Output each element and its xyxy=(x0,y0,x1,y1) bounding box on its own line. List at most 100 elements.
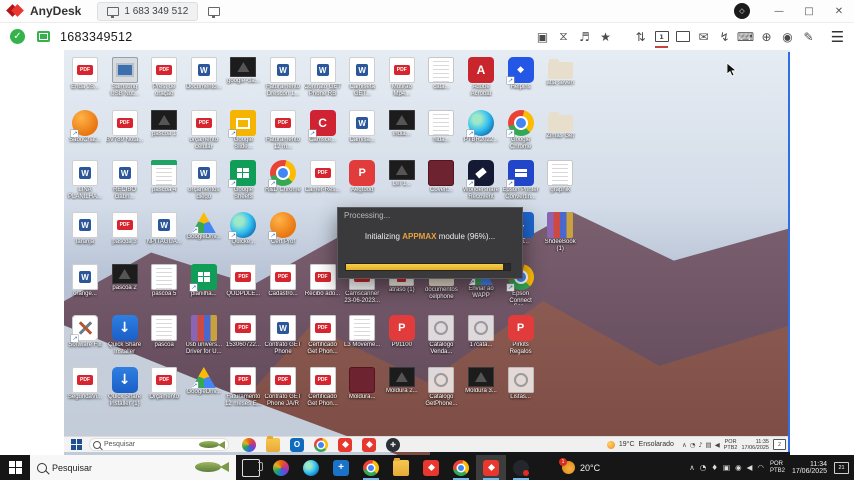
desktop-icon[interactable]: QUDPDLE... xyxy=(224,264,262,298)
desktop-icon[interactable]: Aegfbod xyxy=(343,160,381,194)
desktop-icon[interactable]: Camiseta GET... xyxy=(343,57,381,97)
desktop-icon[interactable]: Certificado Get Phon... xyxy=(304,315,342,355)
desktop-icon[interactable]: Moldura 2... xyxy=(383,367,421,395)
desktop-icon[interactable]: pascoa 5 xyxy=(145,264,183,298)
remote-weather-condition[interactable]: Ensolarado xyxy=(639,441,674,448)
desktop-icon[interactable]: Quick Share Installer xyxy=(106,315,144,355)
desktop-icon[interactable]: ↗Camsce... xyxy=(304,110,342,144)
anydesk-icon[interactable] xyxy=(416,455,446,480)
file-transfer-icon[interactable]: ⇅ xyxy=(630,26,651,48)
maximize-button[interactable]: □ xyxy=(794,1,824,21)
desktop-icon[interactable]: ↗Google Sheets xyxy=(224,160,262,200)
remote-clock[interactable]: 11:3517/06/2025 xyxy=(741,439,769,451)
desktop-icon[interactable]: ↗Google Slide... xyxy=(224,110,262,150)
network-icon[interactable]: ▤ xyxy=(706,441,712,449)
record-session-icon[interactable]: ◉ xyxy=(777,26,798,48)
desktop-icon[interactable]: L3 Moveme... xyxy=(343,315,381,349)
desktop-icon[interactable]: india... xyxy=(383,110,421,138)
desktop-icon[interactable]: Prest de oração xyxy=(145,57,183,97)
anydesk-icon[interactable] xyxy=(334,438,356,452)
chrome-icon-2[interactable] xyxy=(446,455,476,480)
desktop-icon[interactable]: Camisa... xyxy=(343,110,381,144)
desktop-icon[interactable]: ↗PTBR2022... xyxy=(462,110,500,144)
desktop-icon[interactable]: pascoa 3 xyxy=(106,212,144,246)
desktop-icon[interactable]: Covert... xyxy=(422,160,460,194)
desktop-icon[interactable]: Quick Share Installer (1) xyxy=(106,367,144,407)
desktop-icon[interactable]: ↗SaboChat... xyxy=(66,110,104,144)
desktop-icon[interactable]: Camer-Res... xyxy=(304,160,342,194)
desktop-icon[interactable]: Faturamento Drescon 1... xyxy=(264,57,302,97)
clock-icon[interactable]: ◔ xyxy=(700,463,707,472)
session-time-icon[interactable]: ⧖ xyxy=(553,26,574,48)
network-icon[interactable]: ◠ xyxy=(757,463,764,472)
desktop-icon[interactable]: orange... xyxy=(66,264,104,298)
chat-icon[interactable]: ✉ xyxy=(693,26,714,48)
desktop-icon[interactable]: pascoa 2 xyxy=(106,264,144,292)
desktop-icon[interactable]: LINA PLANILHA... xyxy=(66,160,104,200)
desktop-icon[interactable]: NPITAGUA... xyxy=(145,212,183,246)
desktop-icon[interactable]: ↗Helpins xyxy=(502,57,540,91)
desktop-icon[interactable]: Documento... xyxy=(185,57,223,91)
desktop-icon[interactable]: ↗R&D Chrome xyxy=(264,160,302,194)
desktop-icon[interactable]: Certificado Get Phon... xyxy=(304,367,342,407)
security-icon[interactable] xyxy=(382,438,404,452)
desktop-icon[interactable]: ↗Wondershare Recoverit xyxy=(462,160,500,200)
desktop-icon[interactable]: Listas... xyxy=(502,367,540,401)
desktop-icon[interactable]: Adobe Acrobat xyxy=(462,57,500,97)
file-explorer-icon[interactable] xyxy=(262,438,284,452)
desktop-icon[interactable]: Lei 1... xyxy=(383,160,421,188)
update-icon[interactable]: ◔ xyxy=(690,441,696,449)
tray-expand-icon[interactable]: ∧ xyxy=(682,441,687,449)
desktop-icon[interactable]: pascoa 1 xyxy=(145,110,183,138)
desktop-icon[interactable]: SegundaVi... xyxy=(66,367,104,401)
desktop-icon[interactable]: BV789 Nota... xyxy=(106,110,144,144)
desktop-icon[interactable]: Zimas Get xyxy=(541,110,579,140)
chrome-icon[interactable] xyxy=(356,455,386,480)
recorder-icon[interactable] xyxy=(506,455,536,480)
desktop-icon[interactable]: Recibo ado... xyxy=(304,264,342,298)
file-explorer-icon[interactable] xyxy=(386,455,416,480)
desktop-icon[interactable]: pascoa 4 xyxy=(145,160,183,194)
remote-notification-icon[interactable]: 2 xyxy=(773,439,786,450)
permissions-icon[interactable]: ⊕ xyxy=(756,26,777,48)
desktop-icon[interactable]: 153060722... xyxy=(224,315,262,349)
desktop-icon[interactable]: ↗planilha... xyxy=(185,264,223,298)
copilot-icon[interactable] xyxy=(238,438,260,452)
remote-start-button[interactable] xyxy=(71,439,82,450)
desktop-icon[interactable]: 17cata... xyxy=(462,315,500,349)
local-search-box[interactable]: Pesquisar xyxy=(30,455,236,480)
desktop-icon[interactable]: ↗GoogleDriv... xyxy=(185,212,223,241)
menu-icon[interactable]: ☰ xyxy=(827,26,848,48)
desktop-icon[interactable]: orçamento celular xyxy=(185,110,223,150)
desktop-icon[interactable]: graphik xyxy=(541,160,579,194)
desktop-icon[interactable]: Faturamento 12 m... xyxy=(264,110,302,150)
mic-icon[interactable]: ♦ xyxy=(711,463,718,472)
remote-search-box[interactable]: Pesquisar xyxy=(89,438,229,451)
favorites-icon[interactable]: ★ xyxy=(595,26,616,48)
desktop-icon[interactable]: cata... xyxy=(422,57,460,91)
actions-icon[interactable]: ↯ xyxy=(714,26,735,48)
desktop-icon[interactable]: ↗Google Chrome xyxy=(502,110,540,150)
desktop-icon[interactable]: google-cla... xyxy=(224,57,262,85)
desktop-icon[interactable]: Mutirão Mp4... xyxy=(383,57,421,97)
desktop-icon[interactable]: ↗Software Fix xyxy=(66,315,104,349)
whiteboard-icon[interactable]: ✎ xyxy=(798,26,819,48)
remote-screen[interactable]: Enda JS...Samsung USB Not...Prest de ora… xyxy=(64,50,790,455)
desktop-icon[interactable]: ShdeeBook (1) xyxy=(541,212,579,252)
anydesk-icon-2[interactable] xyxy=(476,455,506,480)
audio-icon[interactable]: ♬ xyxy=(574,26,595,48)
desktop-icon[interactable]: hida... xyxy=(422,110,460,144)
desktop-icon[interactable]: Catálogo GetPhone... xyxy=(422,367,460,407)
local-notification-icon[interactable]: 21 xyxy=(834,462,849,474)
desktop-icon[interactable]: ↗GoogleDriv... xyxy=(185,367,223,396)
desktop-icon[interactable]: Faturamento 12 meses E... xyxy=(224,367,262,407)
desktop-icon[interactable]: ↗Cert Prof xyxy=(264,212,302,246)
chrome-icon[interactable] xyxy=(310,438,332,452)
remote-language-indicator[interactable]: PORPTB2 xyxy=(724,439,738,451)
desktop-icon[interactable]: Moldura 3... xyxy=(462,367,500,395)
outlook-icon[interactable] xyxy=(286,438,308,452)
account-icon[interactable]: ◇ xyxy=(734,3,750,19)
new-session-icon[interactable] xyxy=(208,7,220,16)
local-start-button[interactable] xyxy=(0,455,30,480)
close-button[interactable]: ✕ xyxy=(824,1,854,21)
